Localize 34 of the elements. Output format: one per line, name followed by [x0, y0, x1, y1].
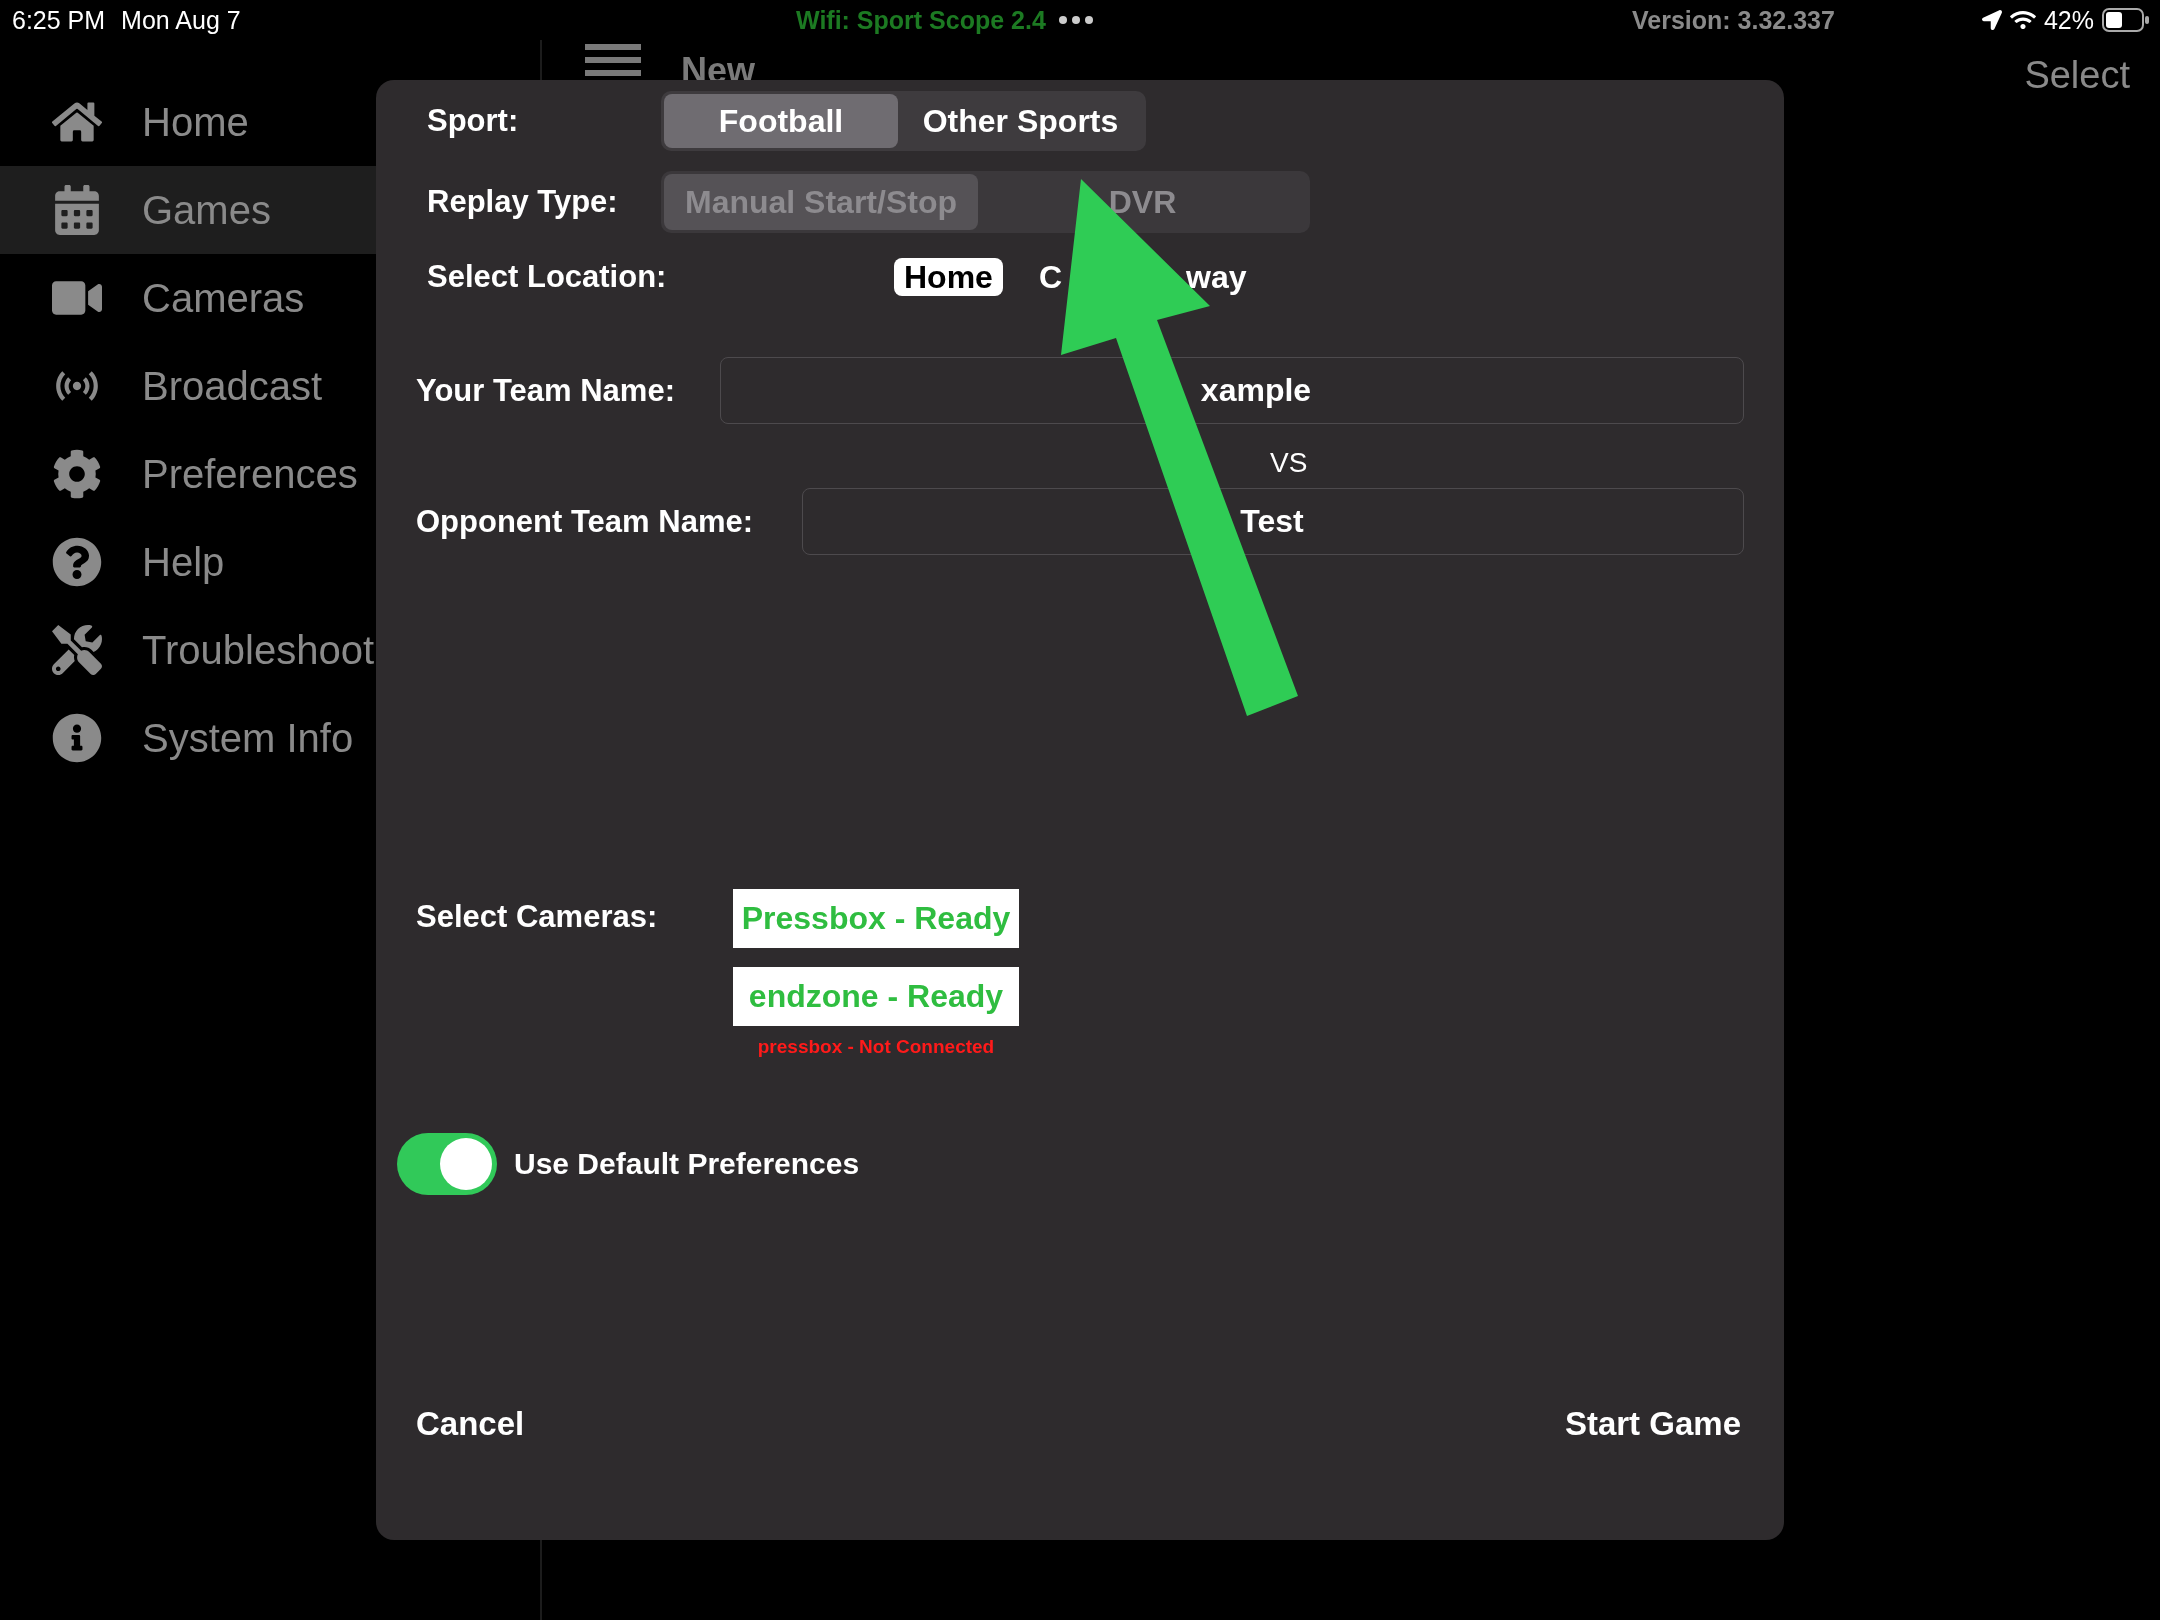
team-name-field[interactable]: xample	[720, 357, 1744, 424]
status-date: Mon Aug 7	[121, 5, 241, 35]
sidebar-icon	[52, 713, 102, 763]
menu-icon[interactable]	[585, 44, 641, 76]
battery-percent: 42%	[2043, 5, 2094, 35]
segment-tab[interactable]: Other Sports	[898, 94, 1143, 148]
versus-text: VS	[1270, 447, 1308, 479]
network-name: Wifi: Sport Scope 2.4	[796, 5, 1046, 35]
sidebar-icon	[52, 625, 102, 675]
sidebar-icon	[52, 185, 102, 235]
sidebar-icon	[52, 537, 102, 587]
select-button[interactable]: Select	[2024, 54, 2130, 97]
opponent-name-field[interactable]: Test	[802, 488, 1744, 555]
location-icon	[1981, 10, 2002, 30]
field-label: Select Cameras:	[416, 899, 659, 935]
start-game-button[interactable]: Start Game	[1564, 1405, 1741, 1443]
battery-icon	[2102, 8, 2150, 32]
sidebar-item[interactable]: System Info	[0, 694, 540, 782]
field-label: Sport:	[427, 103, 520, 139]
app-version: Version: 3.32.337	[1632, 5, 1835, 35]
sidebar-item[interactable]: Troubleshoot	[0, 606, 540, 694]
camera-status: pressbox - Not Connected	[757, 1036, 995, 1058]
cancel-button[interactable]: Cancel	[416, 1405, 525, 1443]
location-option-text[interactable]: way	[1186, 258, 1247, 296]
status-time: 6:25 PM	[12, 5, 106, 35]
toggle-label: Use Default Preferences	[514, 1147, 860, 1181]
location-option-text[interactable]: C	[1038, 258, 1062, 296]
sidebar-icon	[52, 449, 102, 499]
multitask-dots-icon[interactable]	[1058, 15, 1094, 25]
field-label: Opponent Team Name:	[416, 503, 755, 540]
segment-tab[interactable]: Football	[664, 94, 898, 148]
location-option[interactable]: Home	[894, 258, 1003, 296]
field-label: Select Location:	[427, 259, 668, 295]
field-label: Your Team Name:	[416, 372, 676, 409]
